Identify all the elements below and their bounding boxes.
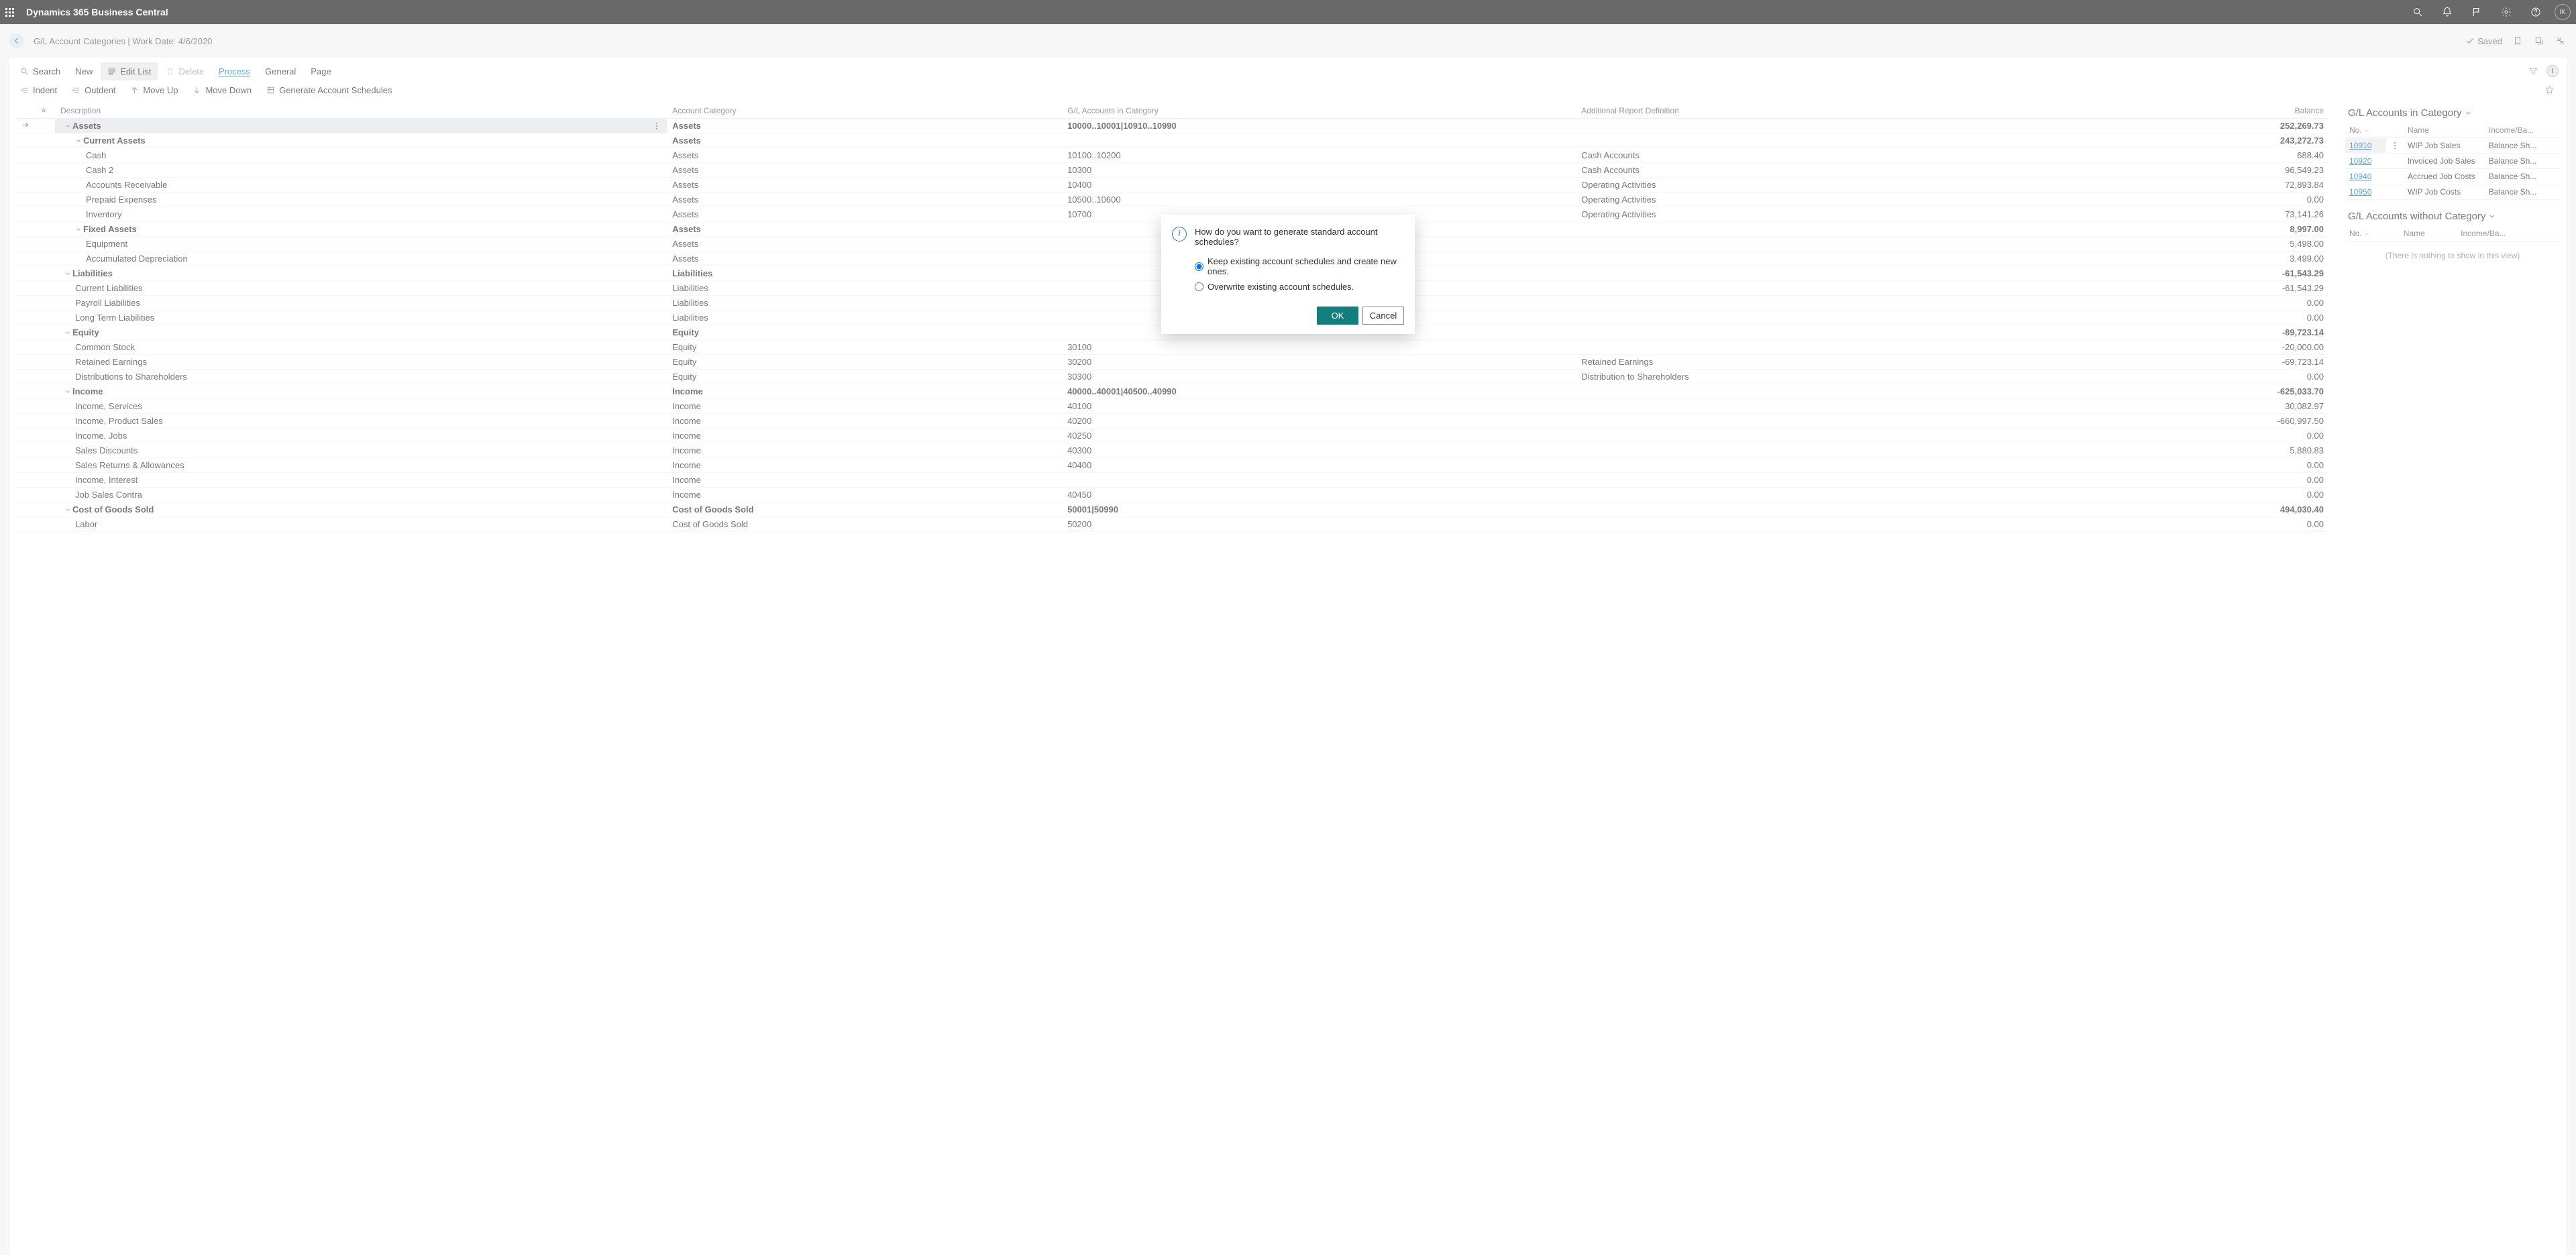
radio-keep[interactable]: [1195, 262, 1203, 271]
option-overwrite[interactable]: Overwrite existing account schedules.: [1195, 282, 1404, 292]
generate-schedules-dialog: i How do you want to generate standard a…: [1161, 215, 1415, 334]
dialog-message: How do you want to generate standard acc…: [1195, 227, 1404, 247]
option-keep-existing[interactable]: Keep existing account schedules and crea…: [1195, 256, 1404, 276]
info-icon: i: [1172, 227, 1187, 241]
ok-button[interactable]: OK: [1317, 307, 1358, 325]
radio-overwrite[interactable]: [1195, 282, 1203, 291]
cancel-button[interactable]: Cancel: [1362, 307, 1404, 325]
modal-overlay: i How do you want to generate standard a…: [0, 0, 2576, 1255]
